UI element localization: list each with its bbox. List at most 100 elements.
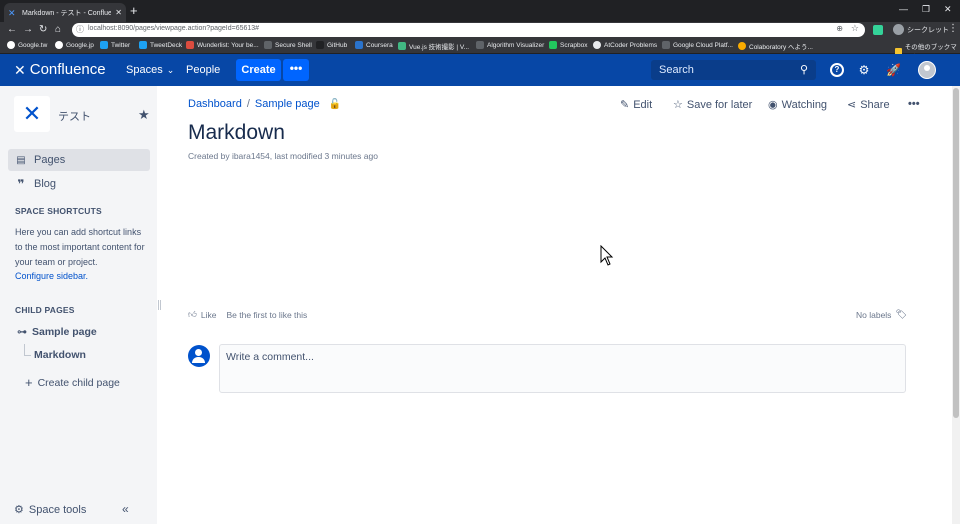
bookmark-item[interactable]: Twitter	[100, 41, 130, 49]
space-sidebar: ✕ テスト ★ ▤ Pages ❞ Blog SPACE SHORTCUTS H…	[0, 86, 157, 524]
confluence-logo-icon: ✕	[14, 62, 26, 78]
more-actions-icon[interactable]: •••	[908, 98, 920, 110]
bookmark-item[interactable]: Scrapbox	[549, 41, 587, 49]
bookmark-item[interactable]: Google.tw	[7, 41, 47, 49]
user-avatar[interactable]	[918, 61, 936, 79]
edit-button[interactable]: ✎ Edit	[620, 98, 652, 112]
restrictions-lock-icon[interactable]: 🔓	[329, 99, 341, 110]
bookmark-star-icon[interactable]: ☆	[851, 23, 859, 34]
bookmark-item[interactable]: Secure Shell	[264, 41, 312, 49]
shortcuts-help-text: Here you can add shortcut links to the m…	[15, 227, 145, 267]
bookmark-item[interactable]: AtCoder Problems	[593, 41, 657, 49]
people-label: People	[186, 64, 221, 76]
breadcrumb-dashboard[interactable]: Dashboard	[188, 98, 242, 110]
search-icon: ⚲	[799, 64, 808, 76]
sidebar-item-blog[interactable]: ❞ Blog	[8, 173, 150, 195]
comment-box[interactable]	[219, 344, 906, 393]
tree-item-label: Markdown	[34, 349, 86, 361]
bookmark-item[interactable]: Wunderlist: Your be...	[186, 41, 259, 49]
vue-icon	[398, 42, 406, 50]
create-button[interactable]: Create	[236, 59, 281, 81]
create-child-page-link[interactable]: + Create child page	[25, 375, 120, 390]
scrapbox-icon	[549, 41, 557, 49]
cloud-icon	[662, 41, 670, 49]
browser-toolbar: ← → ↻ ⌂ ⓘ localhost:8090/pages/viewpage.…	[0, 22, 960, 38]
spaces-menu[interactable]: Spaces ⌄	[126, 64, 174, 76]
help-icon[interactable]: ?	[830, 63, 844, 77]
extension-icon[interactable]	[873, 25, 883, 35]
window-close-icon[interactable]: ✕	[944, 4, 952, 15]
scrollbar-thumb[interactable]	[953, 88, 959, 418]
space-logo[interactable]: ✕	[14, 96, 50, 132]
watching-button[interactable]: ◉ Watching	[768, 98, 828, 112]
address-bar[interactable]: ⓘ localhost:8090/pages/viewpage.action?p…	[72, 23, 865, 37]
site-info-icon[interactable]: ⓘ	[76, 24, 84, 35]
google-icon	[7, 41, 15, 49]
eye-icon: ◉	[768, 99, 778, 111]
reload-icon[interactable]: ↻	[39, 23, 47, 37]
spaces-label: Spaces	[126, 64, 163, 76]
browser-tab[interactable]: ✕ Markdown - テスト - Confluence ✕	[4, 3, 126, 22]
tag-icon: 🏷︎	[895, 309, 907, 319]
confluence-favicon-icon: ✕	[8, 7, 16, 18]
search-input[interactable]: Search ⚲	[651, 60, 816, 80]
save-for-later-button[interactable]: ☆ Save for later	[673, 98, 752, 112]
mouse-cursor-icon	[600, 245, 614, 266]
share-icon: ⋖	[847, 99, 857, 111]
back-icon[interactable]: ←	[7, 23, 17, 37]
bookmark-item[interactable]: TweetDeck	[139, 41, 182, 49]
twitter-icon	[100, 41, 108, 49]
bookmarks-bar: Google.tw Google.jp Twitter TweetDeck Wu…	[0, 38, 960, 61]
gear-icon[interactable]: ⚙	[857, 63, 871, 77]
confluence-logo[interactable]: ✕ Confluence	[14, 61, 106, 79]
zoom-icon[interactable]: ⊕	[836, 24, 843, 33]
like-label: Like	[200, 309, 217, 320]
bookmark-item[interactable]: Algorithm Visualizer	[476, 41, 544, 49]
incognito-profile[interactable]: シークレット	[893, 24, 949, 35]
forward-icon[interactable]: →	[23, 23, 33, 37]
breadcrumb-separator: /	[246, 98, 250, 110]
like-button[interactable]: 👍︎ Like	[188, 309, 216, 320]
tree-item-markdown[interactable]: Markdown	[34, 349, 86, 361]
browser-menu-icon[interactable]: ⋮	[948, 23, 958, 34]
space-tools-button[interactable]: ⚙ Space tools	[14, 503, 86, 517]
bookmark-item[interactable]: Colaboratory へよう...	[738, 41, 813, 51]
home-icon[interactable]: ⌂	[55, 23, 61, 37]
atcoder-icon	[593, 41, 601, 49]
watching-label: Watching	[781, 98, 828, 111]
page-icon: ▤	[16, 154, 26, 166]
comment-input[interactable]	[226, 351, 886, 363]
tree-item-sample-page[interactable]: ⊶ Sample page	[17, 326, 97, 338]
collapse-sidebar-icon[interactable]: «	[122, 502, 129, 516]
bookmark-item[interactable]: Coursera	[355, 41, 393, 49]
github-icon	[316, 41, 324, 49]
people-link[interactable]: People	[186, 64, 220, 76]
breadcrumb-sample-page[interactable]: Sample page	[255, 98, 320, 110]
star-outline-icon: ☆	[673, 99, 683, 111]
visualizer-icon	[476, 41, 484, 49]
space-name[interactable]: テスト	[58, 108, 91, 124]
tree-item-label: Sample page	[32, 326, 97, 338]
close-icon[interactable]: ✕	[115, 8, 122, 17]
share-button[interactable]: ⋖ Share	[847, 98, 890, 112]
favourite-star-icon[interactable]: ★	[138, 107, 150, 123]
configure-sidebar-link[interactable]: Configure sidebar.	[15, 271, 88, 281]
bookmark-item[interactable]: Google Cloud Platf...	[662, 41, 733, 49]
create-more-button[interactable]: •••	[283, 59, 309, 81]
confluence-header: ✕ Confluence Spaces ⌄ People Create ••• …	[0, 54, 960, 86]
restore-icon[interactable]: ❐	[922, 4, 930, 15]
minimize-icon[interactable]: —	[899, 4, 908, 14]
page-title: Markdown	[188, 121, 285, 144]
bookmark-item[interactable]: Vue.js 技術撮影 | V...	[398, 41, 469, 51]
new-tab-icon[interactable]: +	[130, 3, 138, 19]
wunderlist-icon	[186, 41, 194, 49]
notifications-rocket-icon[interactable]: 🚀	[886, 63, 901, 77]
sidebar-resize-handle[interactable]	[158, 300, 161, 310]
page-scrollbar[interactable]	[952, 86, 960, 524]
sidebar-item-pages[interactable]: ▤ Pages	[8, 149, 150, 171]
bookmark-item[interactable]: GitHub	[316, 41, 347, 49]
product-name: Confluence	[29, 61, 106, 78]
labels-section[interactable]: No labels 🏷︎	[856, 309, 907, 320]
labels-text: No labels	[856, 309, 892, 320]
bookmark-item[interactable]: Google.jp	[55, 41, 94, 49]
